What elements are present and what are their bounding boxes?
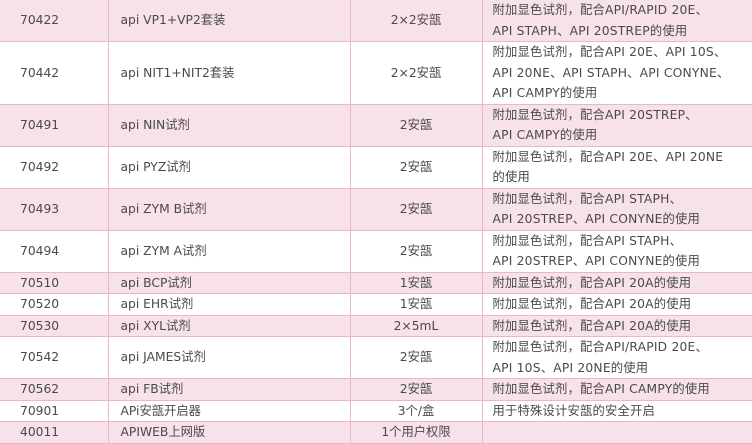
product-name-cell: APIWEB上网版 xyxy=(108,422,350,444)
quantity-cell: 2安瓿 xyxy=(350,379,482,401)
product-code-cell: 70492 xyxy=(0,146,108,188)
description-line: API STAPH、API 20STREP的使用 xyxy=(493,21,752,42)
description-line: API 10S、API 20NE的使用 xyxy=(493,358,752,379)
description-line: 附加显色试剂，配合API STAPH、 xyxy=(493,189,752,210)
description-cell: 附加显色试剂，配合API 20STREP、API CAMPY的使用 xyxy=(482,104,752,146)
table-row: 70442api NIT1+NIT2套装2×2安瓿附加显色试剂，配合API 20… xyxy=(0,42,752,105)
table-row: 70491api NIN试剂2安瓿附加显色试剂，配合API 20STREP、AP… xyxy=(0,104,752,146)
description-cell: 附加显色试剂，配合API STAPH、API 20STREP、API CONYN… xyxy=(482,230,752,272)
product-code-cell: 70901 xyxy=(0,400,108,422)
description-cell: 用于特殊设计安瓿的安全开启 xyxy=(482,400,752,422)
description-line: 附加显色试剂，配合API 20E、API 10S、 xyxy=(493,42,752,63)
product-code-cell: 70520 xyxy=(0,294,108,316)
description-cell: 附加显色试剂，配合API 20E、API 10S、API 20NE、API ST… xyxy=(482,42,752,105)
description-line: 用于特殊设计安瓿的安全开启 xyxy=(493,401,752,422)
description-cell xyxy=(482,422,752,444)
quantity-cell: 2×2安瓿 xyxy=(350,0,482,42)
description-cell: 附加显色试剂，配合API STAPH、API 20STREP、API CONYN… xyxy=(482,188,752,230)
description-cell: 附加显色试剂，配合API 20A的使用 xyxy=(482,315,752,337)
quantity-cell: 2安瓿 xyxy=(350,337,482,379)
description-cell: 附加显色试剂，配合API/RAPID 20E、API STAPH、API 20S… xyxy=(482,0,752,42)
description-line: 附加显色试剂，配合API 20A的使用 xyxy=(493,273,752,294)
reagent-table: 70422api VP1+VP2套装2×2安瓿附加显色试剂，配合API/RAPI… xyxy=(0,0,752,444)
quantity-cell: 1个用户权限 xyxy=(350,422,482,444)
product-code-cell: 70542 xyxy=(0,337,108,379)
description-line: API 20STREP、API CONYNE的使用 xyxy=(493,251,752,272)
product-name-cell: api NIT1+NIT2套装 xyxy=(108,42,350,105)
quantity-cell: 2安瓿 xyxy=(350,188,482,230)
table-row: 70494api ZYM A试剂2安瓿附加显色试剂，配合API STAPH、AP… xyxy=(0,230,752,272)
product-code-cell: 70494 xyxy=(0,230,108,272)
product-code-cell: 70493 xyxy=(0,188,108,230)
product-code-cell: 70530 xyxy=(0,315,108,337)
quantity-cell: 2×2安瓿 xyxy=(350,42,482,105)
product-code-cell: 40011 xyxy=(0,422,108,444)
description-line: 附加显色试剂，配合API 20E、API 20NE xyxy=(493,147,752,168)
description-line: 附加显色试剂，配合API STAPH、 xyxy=(493,231,752,252)
description-line: 附加显色试剂，配合API/RAPID 20E、 xyxy=(493,337,752,358)
product-name-cell: api FB试剂 xyxy=(108,379,350,401)
product-code-cell: 70491 xyxy=(0,104,108,146)
product-name-cell: api JAMES试剂 xyxy=(108,337,350,379)
description-line: 附加显色试剂，配合API 20STREP、 xyxy=(493,105,752,126)
description-cell: 附加显色试剂，配合API 20E、API 20NE的使用 xyxy=(482,146,752,188)
quantity-cell: 3个/盒 xyxy=(350,400,482,422)
table-row: 70510api BCP试剂1安瓿附加显色试剂，配合API 20A的使用 xyxy=(0,272,752,294)
product-code-cell: 70562 xyxy=(0,379,108,401)
quantity-cell: 2安瓿 xyxy=(350,104,482,146)
description-line: API 20NE、API STAPH、API CONYNE、 xyxy=(493,63,752,84)
product-code-cell: 70422 xyxy=(0,0,108,42)
table-row: 70901APi安瓿开启器3个/盒用于特殊设计安瓿的安全开启 xyxy=(0,400,752,422)
description-line: 附加显色试剂，配合API CAMPY的使用 xyxy=(493,379,752,400)
description-line: 的使用 xyxy=(493,167,752,188)
table-row: 70493api ZYM B试剂2安瓿附加显色试剂，配合API STAPH、AP… xyxy=(0,188,752,230)
table-row: 70562api FB试剂2安瓿附加显色试剂，配合API CAMPY的使用 xyxy=(0,379,752,401)
product-code-cell: 70442 xyxy=(0,42,108,105)
reagent-table-body: 70422api VP1+VP2套装2×2安瓿附加显色试剂，配合API/RAPI… xyxy=(0,0,752,443)
description-line: API CAMPY的使用 xyxy=(493,83,752,104)
product-name-cell: api EHR试剂 xyxy=(108,294,350,316)
description-line: 附加显色试剂，配合API 20A的使用 xyxy=(493,294,752,315)
quantity-cell: 1安瓿 xyxy=(350,272,482,294)
description-line: 附加显色试剂，配合API 20A的使用 xyxy=(493,316,752,337)
description-cell: 附加显色试剂，配合API/RAPID 20E、API 10S、API 20NE的… xyxy=(482,337,752,379)
table-row: 70520api EHR试剂1安瓿附加显色试剂，配合API 20A的使用 xyxy=(0,294,752,316)
product-name-cell: api PYZ试剂 xyxy=(108,146,350,188)
table-row: 70492api PYZ试剂2安瓿附加显色试剂，配合API 20E、API 20… xyxy=(0,146,752,188)
quantity-cell: 2安瓿 xyxy=(350,146,482,188)
product-name-cell: api NIN试剂 xyxy=(108,104,350,146)
product-name-cell: api VP1+VP2套装 xyxy=(108,0,350,42)
description-cell: 附加显色试剂，配合API 20A的使用 xyxy=(482,294,752,316)
product-name-cell: api XYL试剂 xyxy=(108,315,350,337)
table-row: 40011APIWEB上网版1个用户权限 xyxy=(0,422,752,444)
description-cell: 附加显色试剂，配合API 20A的使用 xyxy=(482,272,752,294)
product-name-cell: api ZYM B试剂 xyxy=(108,188,350,230)
table-row: 70422api VP1+VP2套装2×2安瓿附加显色试剂，配合API/RAPI… xyxy=(0,0,752,42)
table-row: 70530api XYL试剂2×5mL 附加显色试剂，配合API 20A的使用 xyxy=(0,315,752,337)
product-code-cell: 70510 xyxy=(0,272,108,294)
product-name-cell: api BCP试剂 xyxy=(108,272,350,294)
quantity-cell: 1安瓿 xyxy=(350,294,482,316)
table-row: 70542api JAMES试剂2安瓿附加显色试剂，配合API/RAPID 20… xyxy=(0,337,752,379)
description-cell: 附加显色试剂，配合API CAMPY的使用 xyxy=(482,379,752,401)
description-line: API CAMPY的使用 xyxy=(493,125,752,146)
quantity-cell: 2×5mL xyxy=(350,315,482,337)
quantity-cell: 2安瓿 xyxy=(350,230,482,272)
product-name-cell: APi安瓿开启器 xyxy=(108,400,350,422)
product-name-cell: api ZYM A试剂 xyxy=(108,230,350,272)
description-line: API 20STREP、API CONYNE的使用 xyxy=(493,209,752,230)
description-line: 附加显色试剂，配合API/RAPID 20E、 xyxy=(493,0,752,21)
